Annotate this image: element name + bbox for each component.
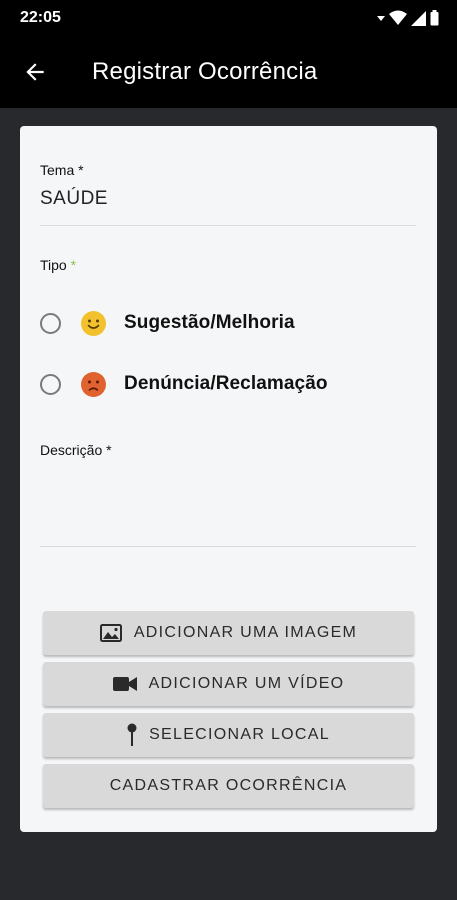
videocam-icon: [112, 676, 137, 692]
select-location-button[interactable]: SELECIONAR LOCAL: [43, 713, 414, 757]
form-card: Tema * SAÚDE Tipo * Sugestão/Melhoria De…: [20, 126, 437, 832]
status-bar: 22:05: [0, 0, 457, 36]
add-video-button[interactable]: ADICIONAR UM VÍDEO: [43, 662, 414, 706]
add-image-label: ADICIONAR UMA IMAGEM: [133, 624, 358, 641]
radio-label-denuncia: Denúncia/Reclamação: [124, 373, 328, 394]
submit-occurrence-label: CADASTRAR OCORRÊNCIA: [109, 777, 348, 794]
select-location-label: SELECIONAR LOCAL: [149, 726, 330, 743]
tema-underline: [40, 225, 416, 226]
add-image-button[interactable]: ADICIONAR UMA IMAGEM: [43, 611, 414, 655]
image-icon: [99, 624, 122, 642]
descricao-underline: [40, 546, 416, 547]
tema-required-mark: *: [78, 162, 84, 178]
tema-select-value[interactable]: SAÚDE: [40, 188, 108, 210]
descricao-input[interactable]: [40, 466, 416, 544]
radio-label-sugestao: Sugestão/Melhoria: [124, 312, 295, 333]
signal-icon: [411, 10, 426, 26]
tipo-required-mark: *: [70, 257, 77, 273]
status-time: 22:05: [20, 9, 61, 26]
add-video-label: ADICIONAR UM VÍDEO: [148, 675, 345, 692]
descricao-required-mark: *: [106, 442, 112, 458]
descricao-label: Descrição *: [40, 442, 112, 458]
tema-label-text: Tema: [40, 162, 75, 178]
arrow-back-icon[interactable]: [22, 59, 48, 85]
radio-option-denuncia[interactable]: Denúncia/Reclamação: [40, 368, 328, 400]
wifi-icon: [389, 10, 407, 25]
descricao-label-text: Descrição: [40, 442, 103, 458]
status-icons: [377, 10, 439, 26]
smiley-sad-icon: [81, 371, 106, 397]
smiley-happy-icon: [81, 310, 106, 336]
radio-button-denuncia[interactable]: [40, 373, 61, 395]
map-pin-icon: [127, 723, 137, 747]
radio-option-sugestao[interactable]: Sugestão/Melhoria: [40, 307, 295, 339]
tipo-label: Tipo *: [40, 257, 76, 273]
radio-button-sugestao[interactable]: [40, 312, 61, 334]
page-title: Registrar Ocorrência: [92, 58, 318, 85]
app-bar: Registrar Ocorrência: [0, 36, 457, 108]
tema-label: Tema *: [40, 162, 84, 178]
tipo-label-text: Tipo: [40, 257, 67, 273]
download-arrow-icon: [377, 16, 385, 21]
submit-occurrence-button[interactable]: CADASTRAR OCORRÊNCIA: [43, 764, 414, 808]
battery-icon: [430, 10, 439, 26]
